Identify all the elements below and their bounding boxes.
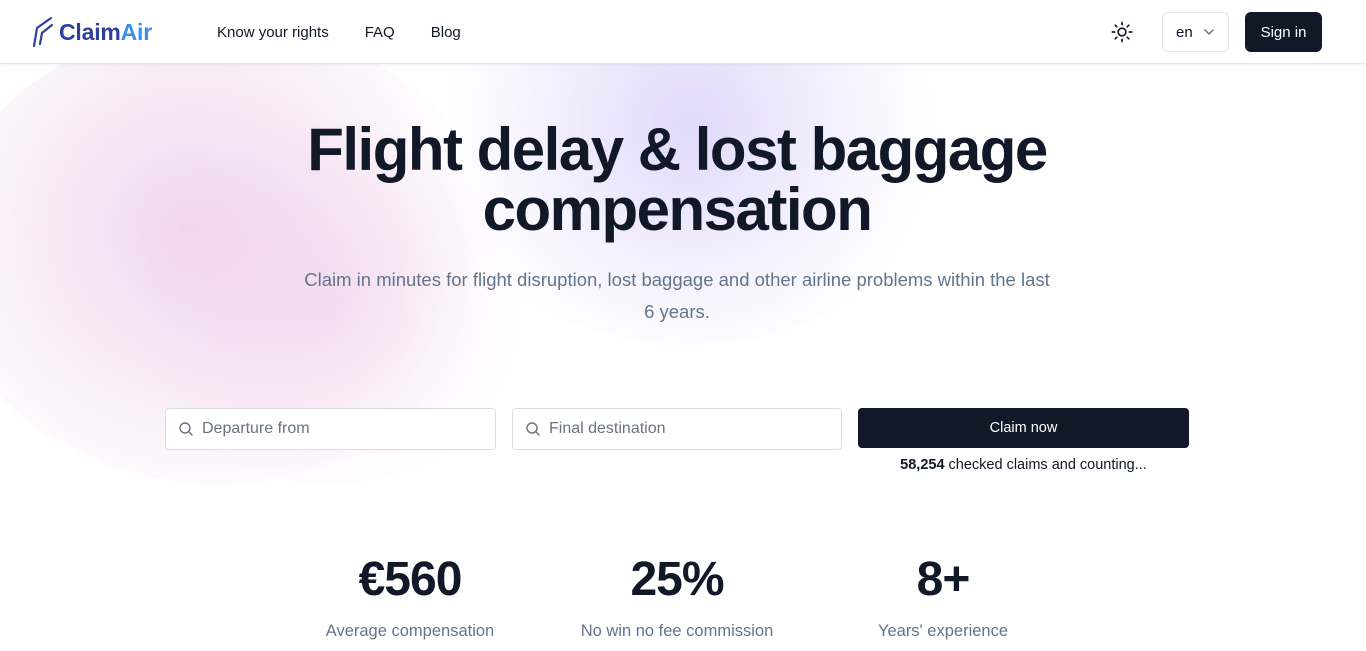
destination-field[interactable] xyxy=(512,408,842,450)
stat-label: Years' experience xyxy=(877,622,1009,640)
hero-title: Flight delay & lost baggage compensation xyxy=(307,116,1048,243)
departure-input[interactable] xyxy=(202,420,482,438)
hero-subtitle: Claim in minutes for flight disruption, … xyxy=(304,269,1050,322)
stat-label: No win no fee commission xyxy=(580,622,774,640)
claims-counter: 58,254 checked claims and counting... xyxy=(858,457,1189,473)
stat-experience: 8+ Years' experience xyxy=(823,548,1063,641)
stat-average-compensation: €560 Average compensation xyxy=(290,548,530,641)
sign-in-button[interactable]: Sign in xyxy=(1245,12,1322,52)
nav-know-your-rights[interactable]: Know your rights xyxy=(217,24,329,41)
search-icon xyxy=(526,422,540,436)
language-select[interactable]: en xyxy=(1162,12,1229,52)
stat-value: 25% xyxy=(630,553,724,606)
nav-blog[interactable]: Blog xyxy=(431,24,461,41)
brand-logo[interactable]: ClaimAir xyxy=(31,16,152,48)
chevron-down-icon xyxy=(1204,29,1214,36)
claimair-logo-icon xyxy=(32,16,54,48)
departure-field[interactable] xyxy=(165,408,496,450)
stat-value: €560 xyxy=(358,553,463,606)
stat-label: Average compensation xyxy=(325,622,495,640)
destination-input[interactable] xyxy=(549,420,829,438)
theme-toggle-button[interactable] xyxy=(1108,18,1136,46)
claims-count: 58,254 xyxy=(900,457,945,473)
brand-name: ClaimAir xyxy=(59,18,152,45)
stat-value: 8+ xyxy=(916,553,971,606)
claim-now-button[interactable]: Claim now xyxy=(858,408,1189,448)
language-value: en xyxy=(1176,23,1193,41)
main-nav: Know your rights FAQ Blog xyxy=(217,0,497,64)
search-icon xyxy=(179,422,193,436)
nav-faq[interactable]: FAQ xyxy=(365,24,395,41)
top-navbar: ClaimAir Know your rights FAQ Blog en Si… xyxy=(0,0,1366,64)
stat-commission: 25% No win no fee commission xyxy=(557,548,797,641)
sun-icon xyxy=(1111,21,1133,43)
claims-counter-text: checked claims and counting... xyxy=(944,457,1147,473)
